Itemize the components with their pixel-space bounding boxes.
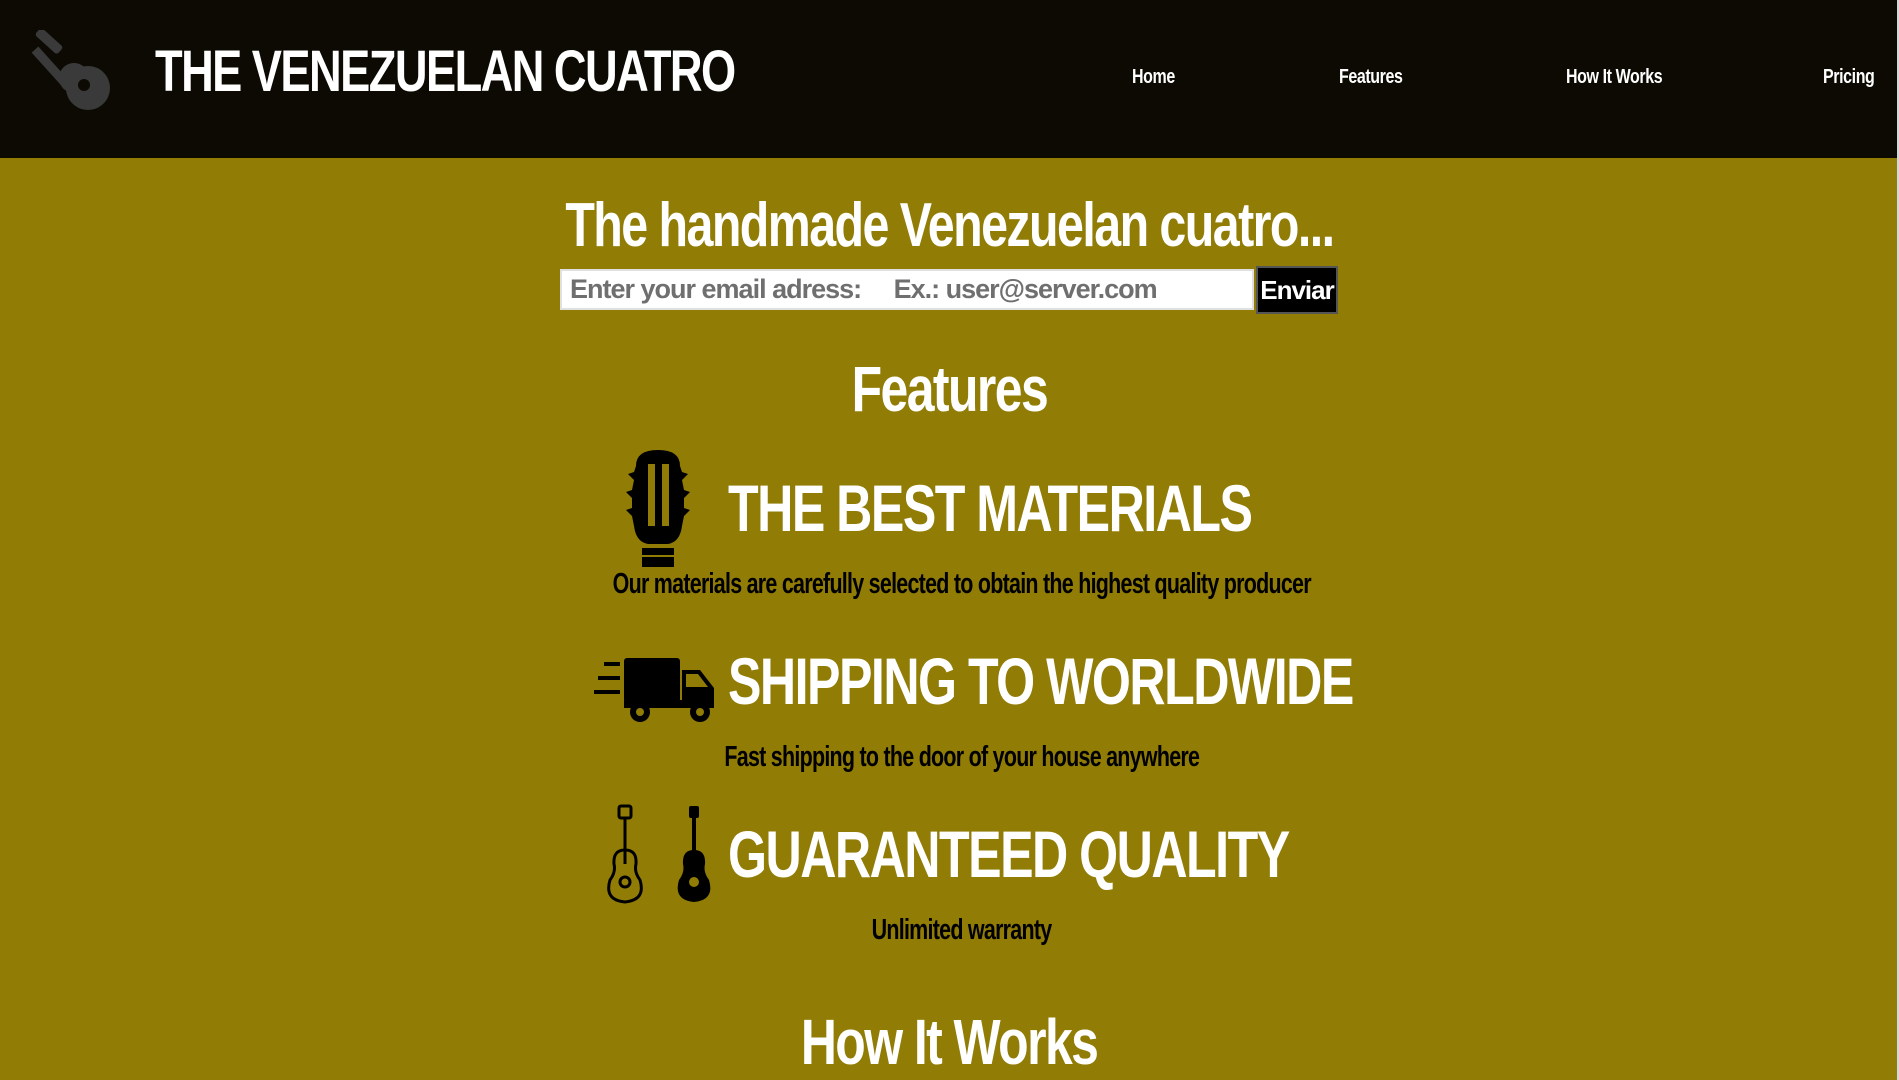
guitars-icon: [607, 804, 711, 904]
page: THE VENEZUELAN CUATRO Home Features How …: [0, 0, 1899, 1080]
feature-desc-shipping-text: Fast shipping to the door of your house …: [724, 741, 1201, 773]
how-it-works-heading-text: How It Works: [801, 1006, 1099, 1078]
nav-link-features[interactable]: Features: [1339, 66, 1403, 89]
hero-title-text: The handmade Venezuelan cuatro...: [565, 191, 1335, 260]
nav-link-home[interactable]: Home: [1132, 66, 1175, 89]
nav-link-pricing[interactable]: Pricing: [1823, 66, 1875, 89]
feature-desc-quality-text: Unlimited warranty: [872, 914, 1053, 946]
feature-title-materials: THE BEST MATERIALS: [728, 471, 1253, 545]
feature-desc-shipping: Fast shipping to the door of your house …: [0, 741, 1899, 774]
guitar-headstock-icon: [626, 450, 690, 567]
feature-desc-quality: Unlimited warranty: [0, 914, 1899, 947]
feature-desc-materials: Our materials are carefully selected to …: [0, 568, 1899, 601]
nav-link-how-it-works[interactable]: How It Works: [1566, 66, 1663, 89]
feature-title-shipping: SHIPPING TO WORLDWIDE: [728, 644, 1354, 718]
site-title: THE VENEZUELAN CUATRO: [155, 39, 736, 104]
guitar-icon[interactable]: [30, 30, 122, 122]
features-heading: Features: [0, 352, 1899, 426]
how-it-works-heading: How It Works: [0, 1005, 1899, 1079]
hero-title: The handmade Venezuelan cuatro...: [0, 190, 1899, 261]
email-input[interactable]: [560, 269, 1254, 310]
features-heading-text: Features: [851, 353, 1049, 425]
site-header: THE VENEZUELAN CUATRO Home Features How …: [0, 0, 1897, 158]
feature-title-quality: GUARANTEED QUALITY: [728, 817, 1290, 891]
delivery-truck-icon: [594, 658, 714, 722]
submit-button[interactable]: Enviar: [1256, 266, 1338, 314]
feature-desc-materials-text: Our materials are carefully selected to …: [612, 568, 1312, 600]
